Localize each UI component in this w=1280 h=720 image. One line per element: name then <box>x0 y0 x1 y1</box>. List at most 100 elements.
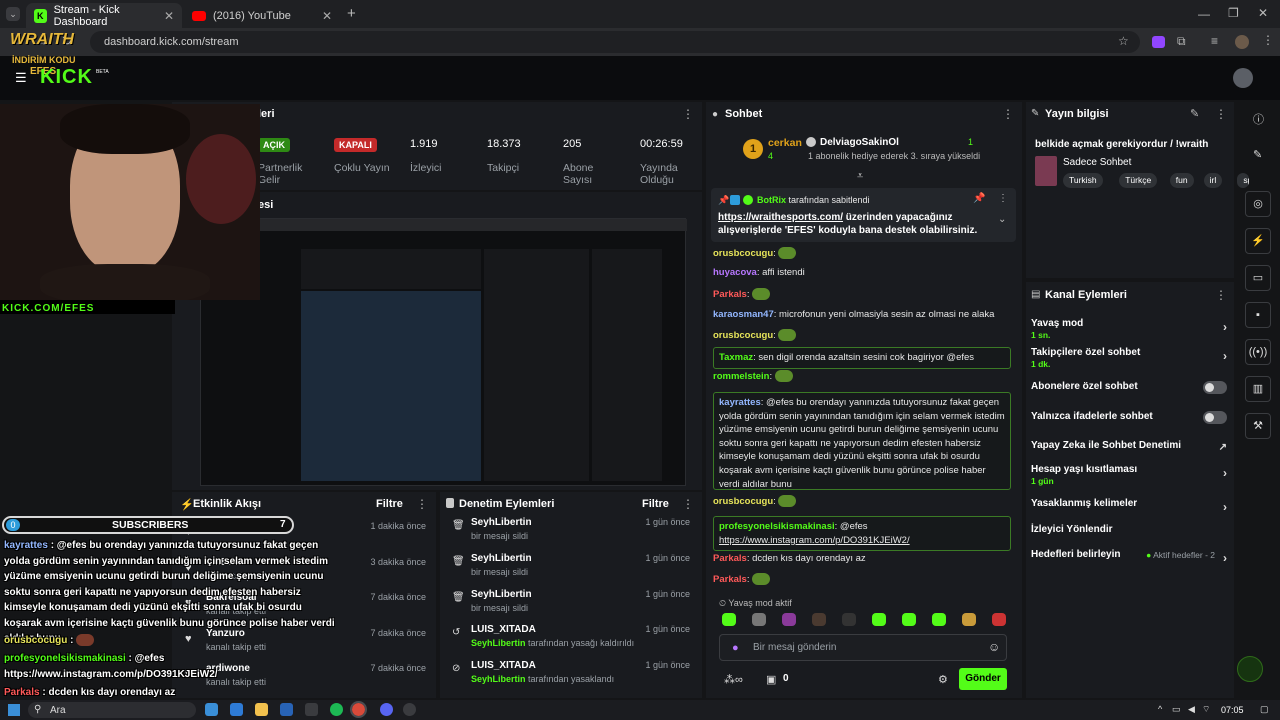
stream-tag[interactable]: Turkish <box>1063 173 1103 188</box>
moderation-user[interactable]: SeyhLibertin <box>471 553 532 564</box>
emote-icon[interactable] <box>962 613 976 626</box>
channel-action-item[interactable]: Yasaklanmış kelimeler › <box>1031 498 1227 520</box>
stream-tag[interactable]: Türkçe <box>1119 173 1158 188</box>
emote-icon[interactable] <box>902 613 916 626</box>
chat-users-icon[interactable]: ⁂∞ <box>724 673 743 686</box>
chat-username[interactable]: Parkals <box>713 553 747 564</box>
moderation-actor[interactable]: SeyhLibertin <box>471 674 526 684</box>
moderation-user[interactable]: LUIS_XITADA <box>471 624 536 635</box>
obs-icon[interactable] <box>403 703 416 716</box>
notification-icon[interactable]: ▢ <box>1260 704 1269 715</box>
chat-username[interactable]: profesyonelsikismakinasi <box>719 521 835 532</box>
new-tab-icon[interactable]: + <box>347 5 356 22</box>
tray-wifi-icon[interactable]: ⌔ <box>1202 704 1210 715</box>
activity-filter-button[interactable]: Filtre <box>376 498 403 510</box>
chat-username[interactable]: karaosman47 <box>713 309 774 320</box>
pencil-icon[interactable]: ✎ <box>1253 148 1262 161</box>
emote-icon[interactable] <box>872 613 886 626</box>
twitch-extension-icon[interactable] <box>1152 36 1165 48</box>
url-field[interactable]: dashboard.kick.com/stream <box>90 31 1140 53</box>
chevron-down-icon[interactable]: ⌄ <box>998 214 1006 225</box>
emote-icon[interactable] <box>722 613 736 626</box>
hamburger-menu-icon[interactable]: ☰ <box>15 70 27 86</box>
chevron-right-icon[interactable]: › <box>1223 320 1227 334</box>
profile-avatar[interactable] <box>1235 35 1249 49</box>
channel-action-item[interactable]: Yalnızca ifadelerle sohbet <box>1031 411 1227 433</box>
browser-menu-icon[interactable]: ⋮ <box>1262 33 1274 47</box>
document-icon[interactable]: ▭ <box>1245 265 1271 291</box>
stream-tag[interactable]: irl <box>1203 173 1223 188</box>
chat-username[interactable]: orusbcocugu <box>713 330 773 341</box>
stats-menu-icon[interactable]: ⋮ <box>682 107 694 121</box>
bookmark-star-icon[interactable]: ☆ <box>1118 34 1129 48</box>
stream-tag[interactable]: fun <box>1169 173 1194 188</box>
microphone-icon[interactable]: ● <box>732 642 739 654</box>
top-info-user[interactable]: DelviagoSakinOl <box>820 137 899 148</box>
moderation-menu-icon[interactable]: ⋮ <box>682 497 694 511</box>
channel-action-item[interactable]: Takipçilere özel sohbet 1 dk. › <box>1031 347 1227 369</box>
discord-icon[interactable] <box>380 703 393 716</box>
tray-chevron-icon[interactable]: ^ <box>1158 704 1162 714</box>
camera-focus-icon[interactable]: ◎ <box>1245 191 1271 217</box>
file-explorer-icon[interactable] <box>255 703 268 716</box>
restore-icon[interactable]: ❐ <box>1228 6 1239 20</box>
taskbar-search[interactable]: ⚲ Ara <box>28 702 196 718</box>
chat-menu-icon[interactable]: ⋮ <box>1002 107 1014 121</box>
emote-icon[interactable] <box>842 613 856 626</box>
category-name[interactable]: Sadece Sohbet <box>1063 157 1131 168</box>
edit-pencil-icon[interactable]: ✎ <box>1190 107 1199 120</box>
chevron-right-icon[interactable]: › <box>1223 500 1227 514</box>
chat-settings-gear-icon[interactable]: ⚙ <box>938 673 948 686</box>
emote-icon[interactable] <box>812 613 826 626</box>
pinned-menu-icon[interactable]: ⋮ <box>998 193 1008 204</box>
moderation-actor[interactable]: SeyhLibertin <box>471 638 526 648</box>
edge-icon[interactable] <box>230 703 243 716</box>
tray-network-icon[interactable]: ▭ <box>1172 704 1181 715</box>
outlook-icon[interactable] <box>280 703 293 716</box>
chat-username[interactable]: Parkals <box>713 574 747 585</box>
chevron-right-icon[interactable]: › <box>1223 551 1227 565</box>
gift-icon[interactable]: ▣ <box>766 673 776 686</box>
chat-link[interactable]: https://www.instagram.com/p/DO391KJEiW2/ <box>719 535 910 546</box>
close-tab-icon[interactable]: ✕ <box>164 9 174 23</box>
channel-action-item[interactable]: Yavaş mod 1 sn. › <box>1031 318 1227 340</box>
close-window-icon[interactable]: ✕ <box>1258 6 1268 20</box>
channel-action-item[interactable]: Abonelere özel sohbet <box>1031 381 1227 403</box>
kick-logo[interactable]: KICK <box>40 66 93 89</box>
media-control-icon[interactable]: ≡ <box>1211 34 1218 48</box>
moderation-user[interactable]: SeyhLibertin <box>471 517 532 528</box>
stream-tag[interactable]: spee <box>1237 173 1250 188</box>
layout-icon[interactable]: ▥ <box>1245 376 1271 402</box>
channel-action-item[interactable]: Yapay Zeka ile Sohbet Denetimi ↗ <box>1031 440 1227 462</box>
channel-action-item[interactable]: Hesap yaşı kısıtlaması 1 gün › <box>1031 464 1227 486</box>
kick-support-icon[interactable] <box>1237 656 1263 682</box>
info-icon[interactable]: ⓘ <box>1253 111 1264 127</box>
flash-icon[interactable]: ⚡ <box>1245 228 1271 254</box>
external-link-icon[interactable]: ↗ <box>1219 442 1227 453</box>
chevron-right-icon[interactable]: › <box>1223 466 1227 480</box>
chat-username[interactable]: Taxmaz <box>719 352 753 363</box>
send-button[interactable]: Gönder <box>959 668 1007 690</box>
channel-action-item[interactable]: Hedefleri belirleyin ● Aktif hedefler - 2… <box>1031 549 1227 571</box>
chat-username[interactable]: huyacova <box>713 267 757 278</box>
spotify-icon[interactable] <box>330 703 343 716</box>
tab-kick-dashboard[interactable]: K Stream - Kick Dashboard ✕ <box>26 3 182 28</box>
chat-username[interactable]: orusbcocugu <box>713 496 773 507</box>
toggle-switch[interactable] <box>1203 411 1227 424</box>
collapse-arrow-icon[interactable]: ⩡ <box>857 170 863 183</box>
moderation-user[interactable]: SeyhLibertin <box>471 589 532 600</box>
emote-icon[interactable] <box>752 613 766 626</box>
tray-volume-icon[interactable]: ◀ <box>1188 704 1195 715</box>
emote-icon[interactable] <box>932 613 946 626</box>
toggle-switch[interactable] <box>1203 381 1227 394</box>
chat-input[interactable]: ● Bir mesaj gönderin ☺ <box>719 634 1007 661</box>
emote-icon[interactable] <box>992 613 1006 626</box>
chat-username[interactable]: kayrattes <box>719 397 761 408</box>
moderation-filter-button[interactable]: Filtre <box>642 498 669 510</box>
stream-preview-video[interactable] <box>200 218 687 486</box>
broadcast-icon[interactable]: ((•)) <box>1245 339 1271 365</box>
tools-icon[interactable]: ⚒ <box>1245 413 1271 439</box>
unpin-icon[interactable]: 📌 <box>973 193 985 204</box>
moderation-user[interactable]: LUIS_XITADA <box>471 660 536 671</box>
channel-actions-menu-icon[interactable]: ⋮ <box>1215 288 1227 302</box>
